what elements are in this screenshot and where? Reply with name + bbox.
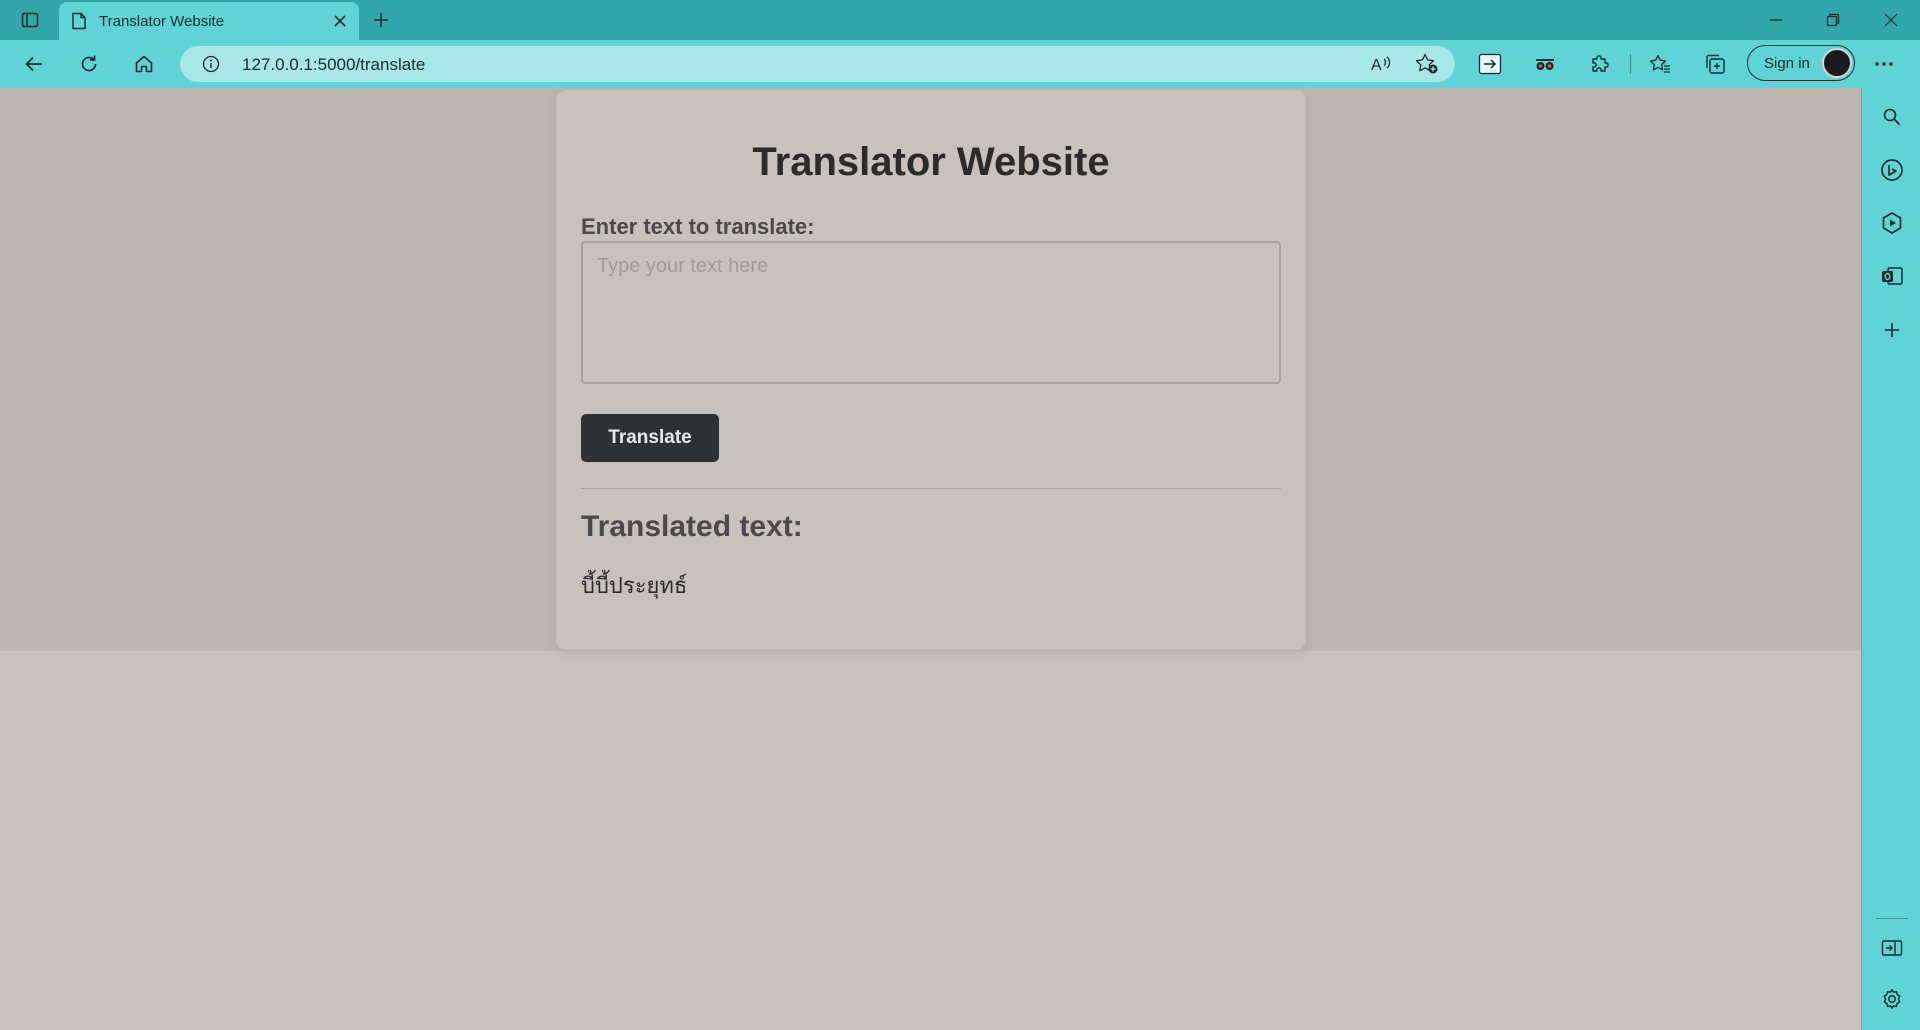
minimize-icon bbox=[1769, 13, 1783, 27]
collections-icon bbox=[1704, 53, 1726, 75]
copilot-icon bbox=[1880, 158, 1904, 182]
new-tab-button[interactable] bbox=[364, 6, 398, 34]
sidebar-search-button[interactable] bbox=[1874, 99, 1910, 135]
page-viewport: Translator Website Enter text to transla… bbox=[0, 88, 1861, 1030]
close-icon[interactable] bbox=[333, 14, 347, 28]
translated-text: บี้บี้ประยุทธ์ bbox=[581, 574, 688, 599]
back-button[interactable] bbox=[16, 48, 52, 80]
browser-tab[interactable]: Translator Website bbox=[59, 2, 359, 40]
extension-app-icon bbox=[1478, 53, 1502, 75]
text-input[interactable] bbox=[581, 241, 1281, 384]
sidebar-games-button[interactable] bbox=[1874, 205, 1910, 241]
refresh-button[interactable] bbox=[71, 48, 107, 80]
window-close-icon bbox=[1884, 13, 1898, 27]
page-title: Translator Website bbox=[752, 140, 1110, 184]
settings-icon bbox=[1881, 988, 1903, 1010]
toolbar-divider bbox=[1630, 54, 1631, 74]
extensions-icon bbox=[1589, 53, 1611, 75]
sign-in-button[interactable]: Sign in bbox=[1747, 45, 1855, 81]
extension-eyes-icon bbox=[1533, 54, 1557, 74]
browser-toolbar: 127.0.0.1:5000/translate A Sign in bbox=[0, 40, 1920, 88]
result-heading: Translated text: bbox=[581, 510, 803, 543]
refresh-icon bbox=[79, 54, 99, 74]
home-button[interactable] bbox=[126, 48, 162, 80]
title-bar: Translator Website bbox=[0, 0, 1920, 40]
restore-button[interactable] bbox=[1804, 0, 1862, 40]
sidebar-copilot-button[interactable] bbox=[1874, 152, 1910, 188]
translate-button[interactable]: Translate bbox=[581, 414, 719, 462]
more-icon bbox=[1874, 61, 1894, 67]
tab-actions-button[interactable] bbox=[13, 6, 47, 34]
search-icon bbox=[1882, 107, 1902, 127]
games-icon bbox=[1880, 211, 1904, 235]
address-bar[interactable]: 127.0.0.1:5000/translate A bbox=[180, 46, 1455, 82]
url-text: 127.0.0.1:5000/translate bbox=[242, 55, 426, 74]
sidebar-add-button[interactable] bbox=[1874, 312, 1910, 348]
collections-button[interactable] bbox=[1697, 48, 1733, 80]
sidebar-outlook-button[interactable] bbox=[1874, 258, 1910, 294]
extension-app-button[interactable] bbox=[1472, 48, 1508, 80]
window-close-button[interactable] bbox=[1862, 0, 1920, 40]
divider bbox=[581, 488, 1281, 489]
tab-title: Translator Website bbox=[99, 12, 225, 30]
tab-actions-icon bbox=[21, 11, 39, 29]
minimize-button[interactable] bbox=[1747, 0, 1805, 40]
favorites-button[interactable] bbox=[1642, 48, 1678, 80]
add-favorite-icon[interactable] bbox=[1415, 53, 1439, 75]
new-tab-icon bbox=[372, 11, 390, 29]
extensions-button[interactable] bbox=[1582, 48, 1618, 80]
more-button[interactable] bbox=[1866, 48, 1902, 80]
sign-in-label: Sign in bbox=[1764, 54, 1810, 72]
favorites-icon bbox=[1649, 54, 1671, 74]
hide-sidebar-icon bbox=[1881, 939, 1903, 957]
restore-icon bbox=[1826, 13, 1840, 27]
input-label: Enter text to translate: bbox=[581, 214, 815, 239]
edge-sidebar bbox=[1861, 88, 1920, 1030]
read-aloud-icon[interactable]: A bbox=[1370, 54, 1392, 74]
extension-eyes-button[interactable] bbox=[1527, 48, 1563, 80]
sidebar-settings-button[interactable] bbox=[1874, 981, 1910, 1017]
hide-sidebar-button[interactable] bbox=[1874, 930, 1910, 966]
sidebar-divider bbox=[1876, 918, 1908, 919]
outlook-icon bbox=[1880, 265, 1904, 287]
info-icon[interactable] bbox=[202, 55, 220, 73]
home-icon bbox=[134, 54, 154, 74]
back-icon bbox=[24, 54, 44, 74]
svg-text:A: A bbox=[1371, 57, 1382, 74]
add-icon bbox=[1883, 321, 1901, 339]
translator-card: Translator Website Enter text to transla… bbox=[556, 90, 1306, 650]
page-icon bbox=[71, 12, 87, 30]
avatar bbox=[1822, 48, 1852, 78]
